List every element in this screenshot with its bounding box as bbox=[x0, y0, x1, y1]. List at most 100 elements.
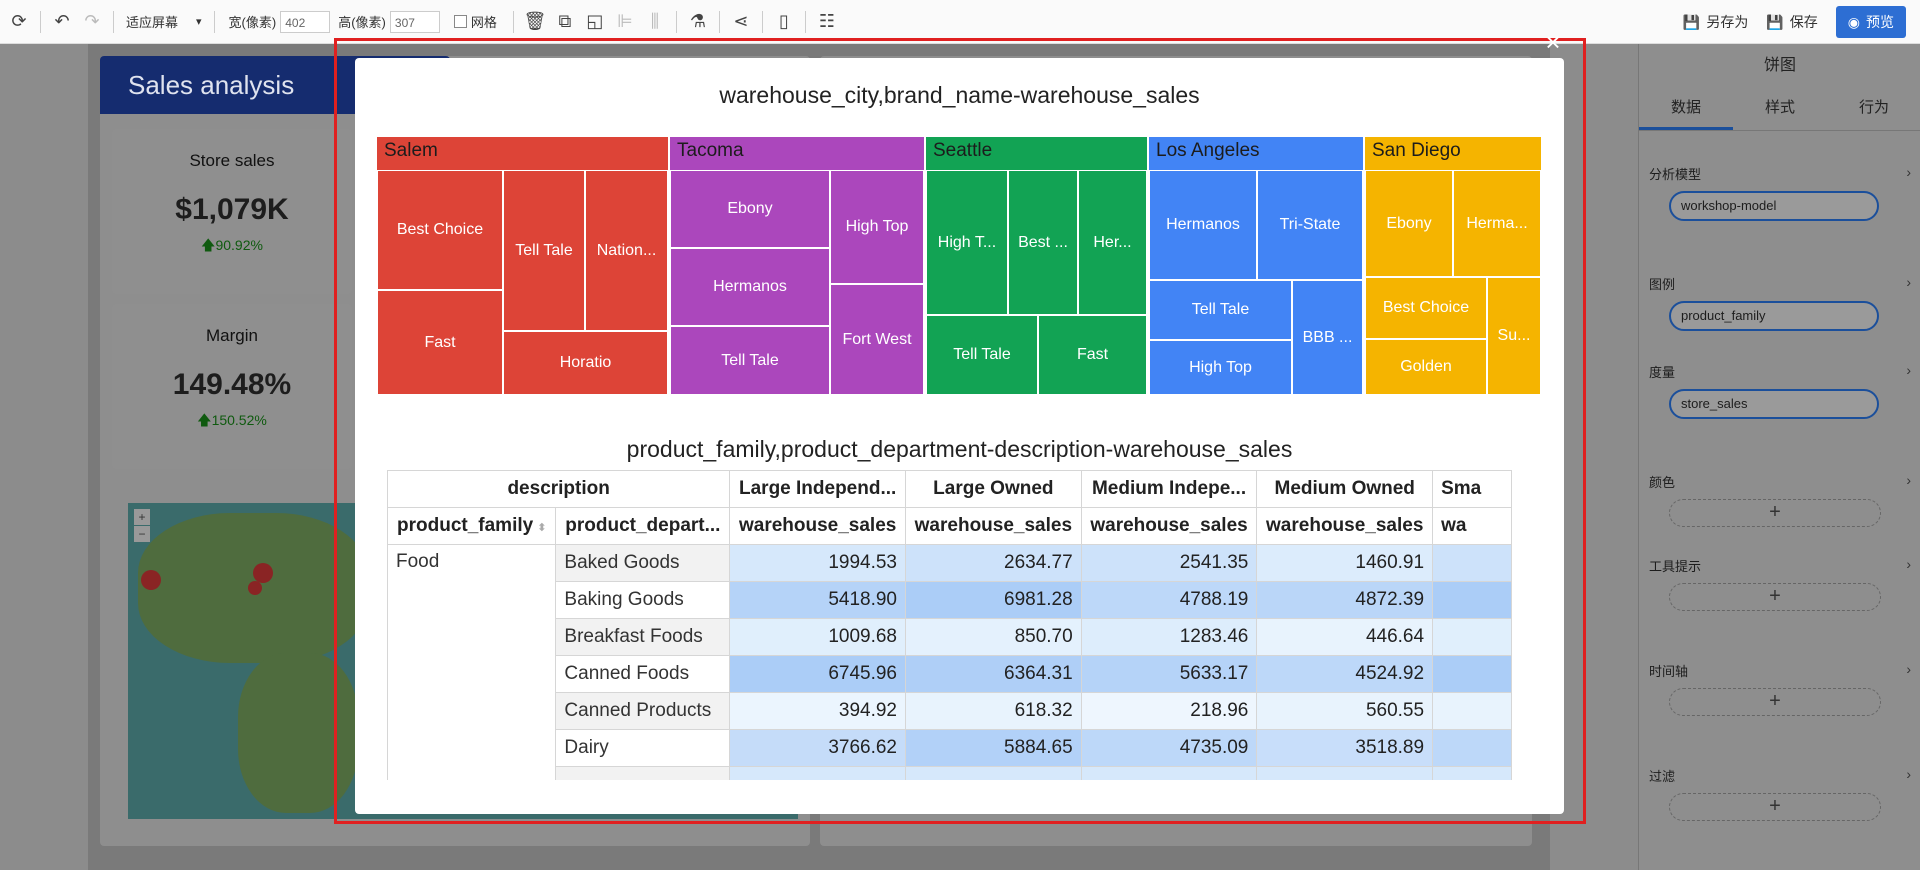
add-color-button[interactable]: + bbox=[1669, 499, 1881, 527]
redo-icon[interactable]: ↷ bbox=[77, 7, 107, 37]
section-label: 度量 bbox=[1649, 365, 1676, 380]
grid-checkbox[interactable]: 网格 bbox=[453, 12, 497, 31]
value-cell: 218.96 bbox=[1080, 692, 1258, 730]
treemap-tile[interactable]: High T... bbox=[926, 170, 1008, 315]
section-analysis-model: 分析模型 › workshop-model bbox=[1649, 164, 1911, 221]
legend-field[interactable]: product_family bbox=[1669, 301, 1879, 331]
add-tooltip-button[interactable]: + bbox=[1669, 583, 1881, 611]
height-input[interactable]: 307 bbox=[389, 10, 440, 33]
close-icon[interactable]: × bbox=[1541, 29, 1565, 55]
section-filter: 过滤 › + bbox=[1649, 766, 1911, 821]
chevron-right-icon[interactable]: › bbox=[1906, 164, 1911, 183]
treemap-tile[interactable]: Best Choice bbox=[1365, 277, 1487, 339]
measure-header: warehouse_sales bbox=[1080, 507, 1258, 545]
map-marker[interactable] bbox=[141, 570, 161, 590]
measure-field[interactable]: store_sales bbox=[1669, 389, 1879, 419]
treemap-tile[interactable]: Golden bbox=[1365, 339, 1487, 395]
value-cell: 1009.68 bbox=[729, 618, 906, 656]
tab-style[interactable]: 样式 bbox=[1733, 88, 1827, 130]
treemap-tile[interactable]: High Top bbox=[830, 170, 924, 284]
treemap-tile[interactable]: Tell Tale bbox=[503, 170, 585, 331]
treemap-tile[interactable]: Fast bbox=[1038, 315, 1147, 395]
column-header[interactable]: Large Independ... bbox=[729, 470, 906, 508]
chevron-right-icon[interactable]: › bbox=[1906, 766, 1911, 785]
section-measure: 度量 › store_sales bbox=[1649, 362, 1911, 419]
treemap-tile[interactable]: Tell Tale bbox=[670, 326, 830, 395]
kpi-change: 🡅150.52% bbox=[112, 410, 352, 434]
chevron-right-icon[interactable]: › bbox=[1906, 472, 1911, 491]
treemap-tile[interactable]: Su... bbox=[1487, 277, 1541, 395]
value-cell: 5633.17 bbox=[1080, 655, 1258, 693]
column-header[interactable]: Sma bbox=[1432, 470, 1512, 508]
value-cell: 5884.65 bbox=[905, 729, 1082, 767]
table-header-row: product_family ⬍ product_depart... wareho… bbox=[387, 507, 1512, 545]
measure-header: wa bbox=[1432, 507, 1512, 545]
department-cell: Canned Products bbox=[555, 692, 731, 730]
add-filter-button[interactable]: + bbox=[1669, 793, 1881, 821]
value-cell bbox=[1432, 655, 1512, 693]
kpi-card[interactable]: Store sales $1,079K 🡅90.92% bbox=[112, 129, 352, 294]
treemap-tile[interactable]: Horatio bbox=[503, 331, 668, 395]
treemap-tile[interactable]: Hermanos bbox=[1149, 170, 1257, 280]
column-header[interactable]: Medium Indepe... bbox=[1080, 470, 1258, 508]
treemap-tile[interactable]: Best Choice bbox=[377, 170, 503, 290]
copy-icon[interactable]: ⧉ bbox=[550, 7, 580, 37]
chevron-right-icon[interactable]: › bbox=[1906, 556, 1911, 575]
tab-behavior[interactable]: 行为 bbox=[1827, 88, 1920, 130]
fit-screen-select[interactable]: 适应屏幕 ▾ bbox=[120, 12, 208, 31]
share-icon[interactable]: ⋖ bbox=[726, 7, 756, 37]
sort-icon[interactable]: ⬍ bbox=[537, 522, 546, 534]
column-group-header: description bbox=[387, 470, 731, 508]
treemap-tile[interactable]: Fast bbox=[377, 290, 503, 395]
zoom-out-button[interactable]: − bbox=[134, 526, 150, 542]
treemap-group-label: San Diego bbox=[1372, 140, 1461, 161]
treemap-tile[interactable]: High Top bbox=[1149, 340, 1292, 395]
map-marker[interactable] bbox=[248, 581, 262, 595]
map-marker[interactable] bbox=[253, 563, 273, 583]
treemap-tile[interactable]: Ebony bbox=[1365, 170, 1453, 277]
eye-icon: ◉ bbox=[1847, 13, 1860, 30]
treemap-tile[interactable]: Her... bbox=[1078, 170, 1147, 315]
layer-icon[interactable]: ◱ bbox=[580, 7, 610, 37]
section-tooltip: 工具提示 › + bbox=[1649, 556, 1911, 611]
preview-button[interactable]: ◉ 预览 bbox=[1835, 6, 1906, 38]
tab-data[interactable]: 数据 bbox=[1639, 88, 1733, 130]
save-as-button[interactable]: 💾 另存为 bbox=[1683, 12, 1748, 32]
row-header[interactable]: product_depart... bbox=[555, 507, 731, 545]
treemap-tile[interactable]: Fort West bbox=[830, 284, 924, 395]
department-cell: Canned Foods bbox=[555, 655, 731, 693]
column-header[interactable]: Medium Owned bbox=[1256, 470, 1434, 508]
refresh-icon[interactable]: ⟳ bbox=[4, 7, 34, 37]
treemap-tile[interactable]: Ebony bbox=[670, 170, 830, 248]
mobile-icon[interactable]: ▯ bbox=[769, 7, 799, 37]
section-label: 分析模型 bbox=[1649, 167, 1702, 182]
column-header[interactable]: Large Owned bbox=[905, 470, 1082, 508]
undo-icon[interactable]: ↶ bbox=[47, 7, 77, 37]
save-button[interactable]: 💾 保存 bbox=[1766, 12, 1817, 32]
section-label: 颜色 bbox=[1649, 475, 1676, 490]
kpi-value: $1,079K bbox=[175, 193, 289, 226]
chevron-right-icon[interactable]: › bbox=[1906, 362, 1911, 381]
chevron-right-icon[interactable]: › bbox=[1906, 274, 1911, 293]
treemap-tile[interactable]: Tell Tale bbox=[926, 315, 1038, 395]
treemap-tile[interactable]: Hermanos bbox=[670, 248, 830, 326]
treemap-tile[interactable]: BBB ... bbox=[1292, 280, 1363, 395]
treemap-tile[interactable]: Herma... bbox=[1453, 170, 1541, 277]
zoom-in-button[interactable]: + bbox=[134, 509, 150, 525]
treemap-tile[interactable]: Tri-State bbox=[1257, 170, 1363, 280]
section-label: 过滤 bbox=[1649, 769, 1676, 784]
treemap-tile[interactable]: Tell Tale bbox=[1149, 280, 1292, 340]
chevron-right-icon[interactable]: › bbox=[1906, 661, 1911, 680]
settings-sliders-icon[interactable]: ☷ bbox=[812, 7, 842, 37]
delete-icon[interactable]: 🗑 bbox=[520, 7, 550, 37]
treemap-tile[interactable]: Best ... bbox=[1008, 170, 1078, 315]
kpi-card[interactable]: Margin 149.48% 🡅150.52% bbox=[112, 304, 352, 469]
row-header[interactable]: product_family ⬍ bbox=[387, 507, 557, 545]
align-left-icon[interactable]: ⊫ bbox=[610, 7, 640, 37]
model-field[interactable]: workshop-model bbox=[1669, 191, 1879, 221]
treemap-tile[interactable]: Nation... bbox=[585, 170, 668, 331]
theme-icon[interactable]: ⚗ bbox=[683, 7, 713, 37]
width-input[interactable]: 402 bbox=[280, 10, 331, 33]
add-timeline-button[interactable]: + bbox=[1669, 688, 1881, 716]
align-center-icon[interactable]: ⫼ bbox=[640, 7, 670, 37]
